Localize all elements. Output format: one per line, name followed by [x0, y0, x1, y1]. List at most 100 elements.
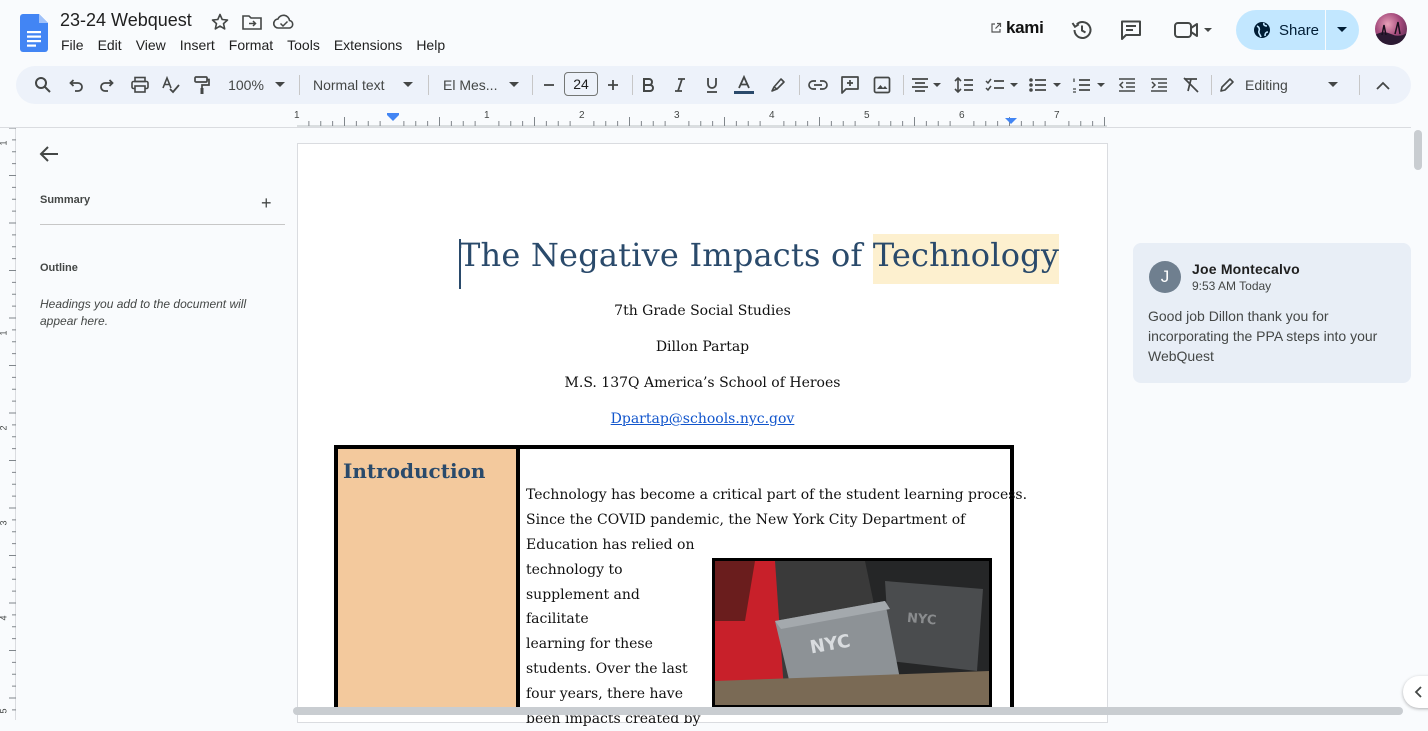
vertical-scrollbar[interactable] — [1414, 130, 1422, 170]
menu-edit[interactable]: Edit — [91, 36, 129, 56]
bulleted-list-icon[interactable] — [1028, 73, 1064, 97]
style-dropdown-icon[interactable] — [402, 73, 414, 97]
print-icon[interactable] — [129, 73, 151, 97]
line-spacing-icon[interactable] — [953, 73, 975, 97]
cloud-saved-icon[interactable] — [272, 12, 294, 32]
document-heading[interactable]: The Negative Impacts of Technology — [459, 234, 1060, 284]
kami-button[interactable]: kami — [990, 18, 1044, 38]
undo-icon[interactable] — [66, 73, 86, 97]
clear-formatting-icon[interactable] — [1180, 73, 1202, 97]
school-line: M.S. 137Q America’s School of Heroes — [564, 375, 841, 391]
comment-body: Good job Dillon thank you for incorporat… — [1148, 308, 1378, 364]
paragraph-style-select[interactable]: Normal text — [313, 73, 393, 97]
ruler-tick-label: 6 — [959, 110, 965, 121]
insert-image-icon[interactable] — [871, 73, 893, 97]
add-summary-button[interactable]: + — [261, 193, 272, 214]
paragraph-line: Technology has become a critical part of… — [526, 487, 1028, 503]
ruler-tick-label: 1 — [0, 330, 9, 335]
redo-icon[interactable] — [97, 73, 117, 97]
ruler-tick-label: 1 — [484, 110, 490, 121]
menu-file[interactable]: File — [54, 36, 91, 56]
heading-text: The Negative Impacts of — [459, 236, 873, 274]
outline-empty-message: Headings you add to the document will ap… — [40, 297, 247, 328]
bold-icon[interactable] — [638, 73, 658, 97]
font-dropdown-icon[interactable] — [508, 73, 520, 97]
email-link[interactable]: Dpartap@schools.nyc.gov — [611, 411, 795, 427]
document-title[interactable]: 23-24 Webquest — [60, 10, 192, 31]
table-cell-heading[interactable]: Introduction — [338, 449, 520, 715]
outline-heading: Outline — [40, 262, 78, 274]
mode-dropdown-icon[interactable] — [1327, 73, 1339, 97]
toolbar-divider — [532, 75, 533, 95]
toolbar-divider — [428, 75, 429, 95]
menu-extensions[interactable]: Extensions — [327, 36, 409, 56]
highlight-color-icon[interactable] — [767, 73, 789, 97]
text-color-icon[interactable] — [732, 73, 756, 97]
paragraph-line: learning for these — [526, 636, 653, 653]
search-menus-icon[interactable] — [32, 73, 54, 97]
italic-icon[interactable] — [670, 73, 690, 97]
introduction-paragraph-wrapped: Education has relied on technology to su… — [526, 533, 706, 731]
ruler-tick-label: 7 — [1054, 110, 1060, 121]
paragraph-line: Education has relied on — [526, 537, 695, 553]
comments-icon[interactable] — [1119, 18, 1145, 42]
share-button[interactable]: Share — [1236, 10, 1359, 50]
spellcheck-icon[interactable] — [160, 73, 182, 97]
paragraph-line: supplement and facilitate — [526, 586, 640, 628]
share-dropdown-icon[interactable] — [1326, 10, 1358, 50]
editing-mode-label: Editing — [1245, 77, 1288, 93]
comment-author: Joe Montecalvo — [1192, 261, 1300, 277]
menu-tools[interactable]: Tools — [280, 36, 327, 56]
ruler-tick-label: 2 — [0, 425, 9, 430]
version-history-icon[interactable] — [1070, 18, 1096, 42]
heading-highlighted-word[interactable]: Technology — [872, 234, 1060, 284]
decrease-font-size-icon[interactable] — [540, 73, 558, 97]
underline-icon[interactable] — [702, 73, 722, 97]
star-icon[interactable] — [210, 12, 232, 32]
document-table[interactable]: Introduction Technology has become a cri… — [334, 445, 1028, 727]
introduction-paragraph: Technology has become a critical part of… — [526, 483, 1028, 533]
horizontal-ruler[interactable]: 1 1 2 3 4 5 6 7 — [294, 110, 1107, 128]
hide-menus-icon[interactable] — [1372, 73, 1394, 97]
close-outline-arrow-icon[interactable] — [38, 144, 60, 164]
user-avatar[interactable] — [1375, 13, 1407, 45]
align-icon[interactable] — [910, 73, 944, 97]
decrease-indent-icon[interactable] — [1116, 73, 1138, 97]
ruler-tick-label: 3 — [674, 110, 680, 121]
comment-card[interactable]: J Joe Montecalvo 9:53 AM Today Good job … — [1133, 243, 1411, 383]
vertical-ruler[interactable]: 1 1 2 3 4 5 — [0, 128, 16, 720]
ruler-tick-label: 4 — [769, 110, 775, 121]
docs-logo-icon[interactable] — [20, 14, 48, 52]
ruler-tick-label: 3 — [0, 520, 9, 525]
author-line: Dillon Partap — [655, 339, 750, 355]
svg-text:NYC: NYC — [906, 611, 937, 629]
horizontal-scrollbar[interactable] — [293, 707, 1403, 715]
toolbar-divider — [632, 75, 633, 95]
numbered-list-icon[interactable] — [1072, 73, 1108, 97]
paint-format-icon[interactable] — [191, 73, 213, 97]
move-folder-icon[interactable] — [241, 12, 263, 32]
increase-indent-icon[interactable] — [1148, 73, 1170, 97]
ruler-tick-label: 5 — [0, 708, 9, 713]
show-side-panel-button[interactable] — [1403, 676, 1428, 708]
zoom-select[interactable]: 100% — [226, 73, 266, 97]
checklist-icon[interactable] — [985, 73, 1021, 97]
classroom-laptop-photo[interactable]: NYC NYC — [712, 558, 992, 708]
increase-font-size-icon[interactable] — [604, 73, 622, 97]
menu-insert[interactable]: Insert — [173, 36, 222, 56]
add-comment-icon[interactable] — [839, 73, 861, 97]
toolbar-divider — [903, 75, 904, 95]
zoom-dropdown-icon[interactable] — [274, 73, 286, 97]
menu-help[interactable]: Help — [409, 36, 452, 56]
font-select[interactable]: El Mes... — [443, 73, 503, 97]
ruler-tick-label: 2 — [579, 110, 585, 121]
menu-format[interactable]: Format — [222, 36, 280, 56]
font-size-input[interactable]: 24 — [564, 72, 598, 96]
ruler-tick-label: 4 — [0, 615, 9, 620]
ruler-tick-label: 1 — [294, 110, 300, 121]
toolbar-divider — [799, 75, 800, 95]
toolbar-divider — [1359, 75, 1360, 95]
insert-link-icon[interactable] — [807, 73, 829, 97]
meet-icon[interactable] — [1173, 18, 1217, 42]
menu-view[interactable]: View — [129, 36, 173, 56]
